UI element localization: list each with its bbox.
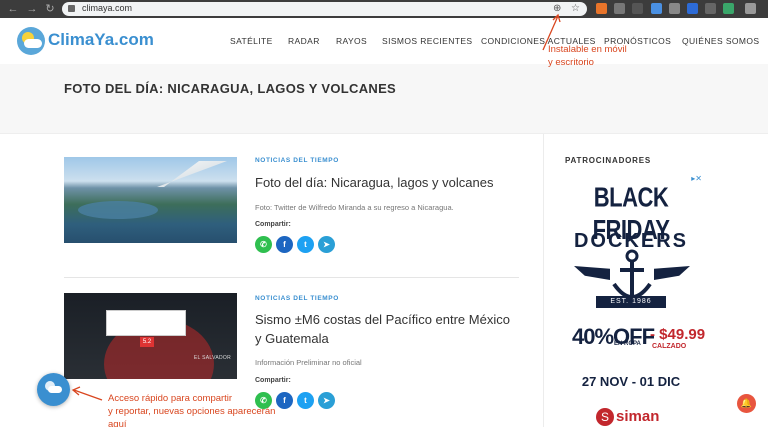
install-annotation: Instalable en móvil y escritorio [548,43,627,69]
annotation-line: y escritorio [548,57,594,68]
annotation-arrows [71,13,561,401]
share-annotation: Acceso rápido para compartir y reportar,… [108,392,275,427]
notification-bell-icon[interactable]: 🔔 [737,394,756,413]
annotation-line: aquí [108,419,127,427]
quick-share-button[interactable] [37,373,70,406]
annotation-line: Instalable en móvil [548,44,627,55]
annotation-line: y reportar, nuevas opciones aparecerán [108,406,276,417]
annotation-line: Acceso rápido para compartir [108,393,233,404]
